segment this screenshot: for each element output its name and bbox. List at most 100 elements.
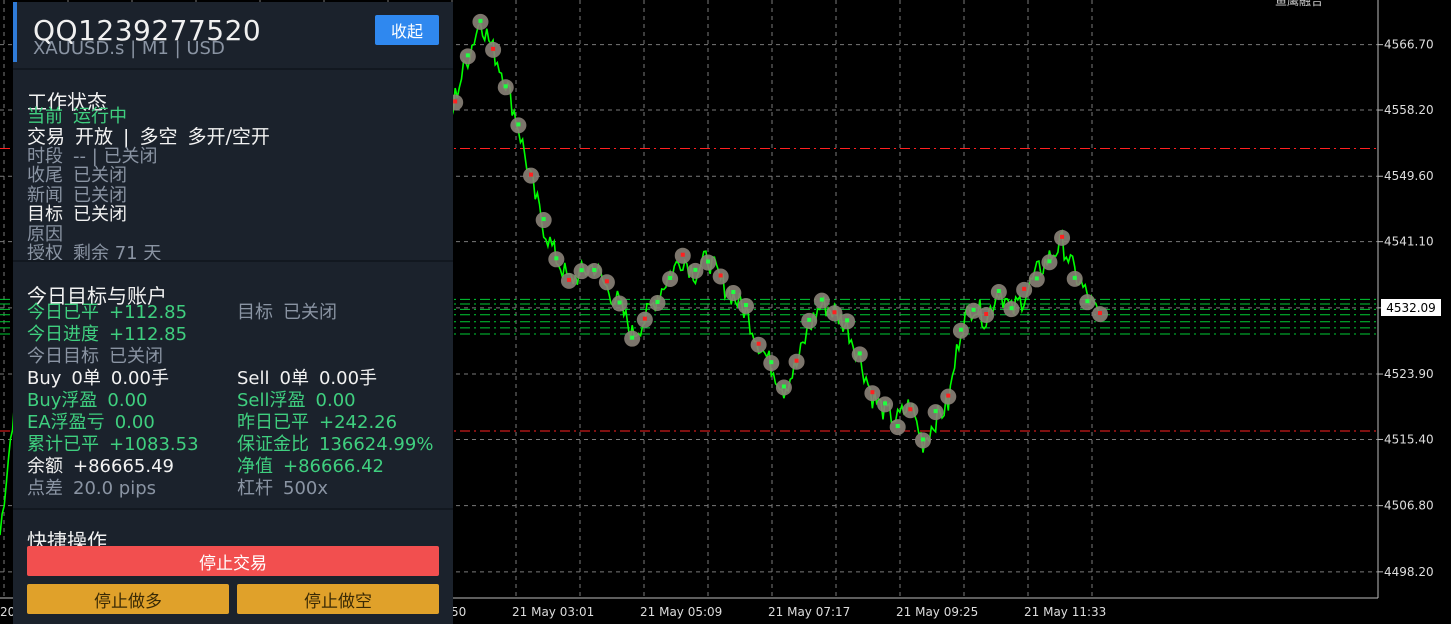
trade-marker-dot xyxy=(870,390,875,395)
account-target-row: 目标 已关闭 xyxy=(237,302,347,324)
stop-trading-button[interactable]: 停止交易 xyxy=(27,546,439,576)
today-target-value: 已关闭 xyxy=(109,346,163,367)
equity-row: 净值 +86666.42 xyxy=(237,456,394,478)
current-label: 当前 xyxy=(27,106,63,127)
trade-marker-dot xyxy=(996,289,1001,294)
today-closed-value: +112.85 xyxy=(109,302,188,323)
close-value: 已关闭 xyxy=(73,165,127,186)
buy-float-row: Buy浮盈 0.00 xyxy=(27,390,158,412)
trade-open-mode: 多开/空开 xyxy=(187,126,270,148)
today-progress-row: 今日进度 +112.85 xyxy=(27,324,197,346)
divider xyxy=(13,508,453,510)
margin-ratio-label: 保证金比 xyxy=(237,434,309,455)
yesterday-row: 昨日已平 +242.26 xyxy=(237,412,407,434)
trade-marker-dot xyxy=(1047,259,1052,264)
sell-lots: 0.00手 xyxy=(318,368,378,389)
sell-summary-row: Sell 0单 0.00手 xyxy=(237,368,387,390)
trade-marker-dot xyxy=(832,310,837,315)
margin-ratio-value: 136624.99% xyxy=(319,434,434,455)
sell-label: Sell xyxy=(237,368,270,389)
ea-float-label: EA浮盈亏 xyxy=(27,412,105,433)
buy-summary-row: Buy 0单 0.00手 xyxy=(27,368,179,390)
current-value: 运行中 xyxy=(73,106,127,127)
y-tick-label: 4549.60 xyxy=(1384,169,1434,183)
status-current-row: 当前 运行中 xyxy=(27,106,137,128)
trade-marker-dot xyxy=(908,407,913,412)
status-close-row: 收尾 已关闭 xyxy=(27,165,137,187)
today-progress-label: 今日进度 xyxy=(27,324,99,345)
panel-subtitle: XAUUSD.s | M1 | USD xyxy=(33,38,225,59)
status-target-value: 已关闭 xyxy=(73,204,127,225)
trade-marker-dot xyxy=(706,259,711,264)
buy-lots: 0.00手 xyxy=(110,368,169,389)
trade-marker-dot xyxy=(769,360,774,365)
ea-control-panel: QQ1239277520 XAUUSD.s | M1 | USD 收起 工作状态… xyxy=(13,2,453,624)
trade-marker-dot xyxy=(1009,306,1014,311)
today-progress-value: +112.85 xyxy=(109,324,188,345)
trade-marker-dot xyxy=(491,46,496,51)
y-tick-label: 4566.70 xyxy=(1384,38,1434,52)
stop-short-button[interactable]: 停止做空 xyxy=(237,584,439,614)
y-tick-label: 4523.90 xyxy=(1384,367,1434,381)
spread-label: 点差 xyxy=(27,478,63,499)
sell-orders: 0单 xyxy=(279,368,309,389)
trade-marker-dot xyxy=(958,327,963,332)
trade-marker-dot xyxy=(920,437,925,442)
sell-float-value: 0.00 xyxy=(315,390,356,411)
balance-label: 余额 xyxy=(27,456,63,477)
yesterday-value: +242.26 xyxy=(319,412,398,433)
reason-label: 原因 xyxy=(27,224,63,245)
ea-float-row: EA浮盈亏 0.00 xyxy=(27,412,165,434)
trade-marker-dot xyxy=(971,307,976,312)
account-target-label: 目标 xyxy=(237,302,273,323)
margin-ratio-row: 保证金比 136624.99% xyxy=(237,434,443,456)
trade-marker-dot xyxy=(946,393,951,398)
close-label: 收尾 xyxy=(27,165,63,186)
today-closed-label: 今日已平 xyxy=(27,302,99,323)
trade-marker-dot xyxy=(1098,311,1102,316)
trade-marker-dot xyxy=(630,335,635,340)
trade-marker-dot xyxy=(604,279,609,284)
leverage-value: 500x xyxy=(283,478,329,499)
trade-marker-dot xyxy=(845,318,850,323)
sell-float-row: Sell浮盈 0.00 xyxy=(237,390,366,412)
trade-value: 开放 xyxy=(75,126,114,148)
trade-marker-dot xyxy=(529,172,534,177)
cumulative-label: 累计已平 xyxy=(27,434,99,455)
trade-marker-dot xyxy=(933,409,938,414)
status-target-row: 目标 已关闭 xyxy=(27,204,137,226)
trade-marker-dot xyxy=(895,424,900,429)
collapse-button[interactable]: 收起 xyxy=(375,15,439,45)
trade-divider: | xyxy=(123,126,130,148)
trade-marker-dot xyxy=(465,53,470,58)
stop-long-button[interactable]: 停止做多 xyxy=(27,584,229,614)
status-target-label: 目标 xyxy=(27,204,63,225)
trade-marker-dot xyxy=(655,299,660,304)
panel-accent-bar xyxy=(13,2,17,62)
leverage-label: 杠杆 xyxy=(237,478,273,499)
equity-label: 净值 xyxy=(237,456,273,477)
trade-marker-dot xyxy=(668,275,673,280)
trade-label: 交易 xyxy=(27,126,66,148)
account-target-value: 已关闭 xyxy=(283,302,337,323)
trade-marker-dot xyxy=(680,252,685,257)
trade-marker-dot xyxy=(453,99,458,104)
ea-float-value: 0.00 xyxy=(114,412,155,433)
news-value: 已关闭 xyxy=(73,185,127,206)
trade-marker-dot xyxy=(503,84,508,89)
trade-marker-dot xyxy=(617,300,622,305)
y-tick-label: 4515.40 xyxy=(1384,432,1434,446)
cumulative-row: 累计已平 +1083.53 xyxy=(27,434,209,456)
trade-marker-dot xyxy=(807,317,812,322)
yesterday-label: 昨日已平 xyxy=(237,412,309,433)
today-target-label: 今日目标 xyxy=(27,346,99,367)
spread-row: 点差 20.0 pips xyxy=(27,478,166,500)
buy-float-value: 0.00 xyxy=(107,390,148,411)
trade-marker-dot xyxy=(1022,286,1027,291)
current-price-tag: 4532.09 xyxy=(1381,299,1441,316)
trade-marker-dot xyxy=(554,256,559,261)
trade-marker-dot xyxy=(781,384,786,389)
period-value: -- | 已关闭 xyxy=(73,146,158,167)
today-target-row: 今日目标 已关闭 xyxy=(27,346,173,368)
sell-float-label: Sell浮盈 xyxy=(237,390,306,411)
